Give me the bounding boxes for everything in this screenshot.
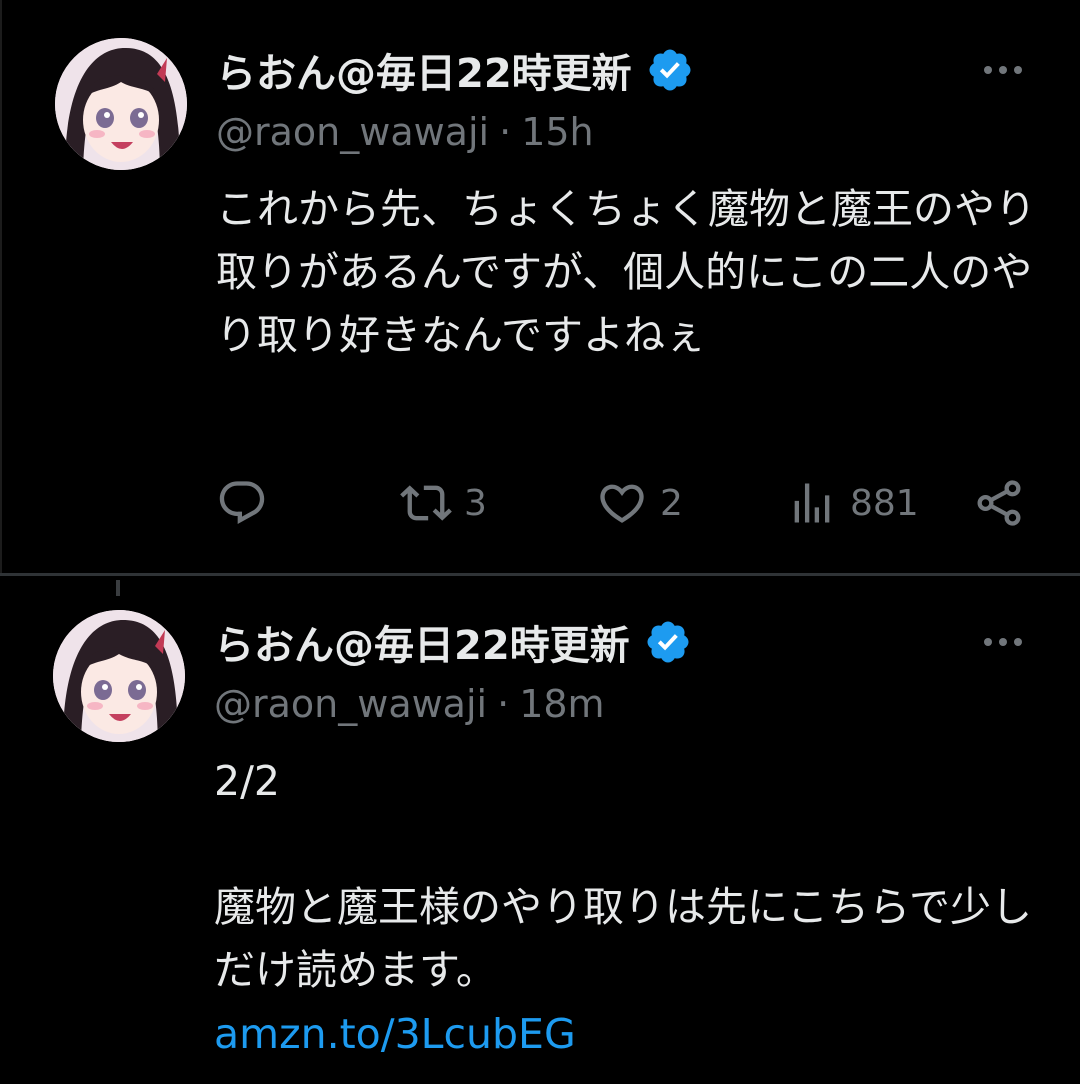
tweet-meta: @raon_wawaji · 18m <box>214 682 605 726</box>
tweet-meta: @raon_wawaji · 15h <box>216 110 594 154</box>
retweet-count: 3 <box>464 482 487 524</box>
display-name[interactable]: らおん@毎日22時更新 <box>214 613 630 671</box>
views-icon <box>794 483 830 523</box>
more-icon[interactable] <box>984 612 1022 672</box>
handle[interactable]: @raon_wawaji <box>214 682 487 726</box>
reply-button[interactable] <box>216 470 280 536</box>
display-name[interactable]: らおん@毎日22時更新 <box>216 41 632 99</box>
reply-icon <box>219 481 265 525</box>
timestamp[interactable]: 18m <box>519 682 604 726</box>
tweet-text: これから先、ちょくちょく魔物と魔王のやり取りがあるんですが、個人的にこの二人のや… <box>216 185 1036 359</box>
author-row[interactable]: らおん@毎日22時更新 <box>216 40 694 100</box>
share-button[interactable] <box>972 470 1026 536</box>
tweet-text: 2/2 魔物と魔王様のやり取りは先にこちらで少しだけ読めます。 <box>214 757 1032 994</box>
more-icon[interactable] <box>984 40 1022 100</box>
share-icon <box>977 480 1021 526</box>
verified-badge-icon <box>647 621 689 663</box>
retweet-button[interactable]: 3 <box>400 470 487 536</box>
retweet-icon <box>400 485 452 521</box>
avatar[interactable] <box>55 38 187 170</box>
handle[interactable]: @raon_wawaji <box>216 110 489 154</box>
like-icon <box>600 484 644 523</box>
like-count: 2 <box>660 482 683 524</box>
like-button[interactable]: 2 <box>596 470 683 536</box>
tweet-link[interactable]: amzn.to/3LcubEG <box>214 1010 576 1058</box>
meta-separator: · <box>499 110 512 154</box>
meta-separator: · <box>497 682 510 726</box>
action-bar: 3 2 881 <box>216 470 1026 536</box>
avatar-image <box>55 38 187 170</box>
timestamp[interactable]: 15h <box>521 110 593 154</box>
verified-badge-icon <box>649 49 691 91</box>
tweet-2[interactable]: らおん@毎日22時更新 @raon_wawaji · 18m 2/2 魔物と魔王様の… <box>0 576 1080 1084</box>
views-count: 881 <box>850 482 919 524</box>
author-row[interactable]: らおん@毎日22時更新 <box>214 612 692 672</box>
avatar[interactable] <box>53 610 185 742</box>
views-button[interactable]: 881 <box>786 470 919 536</box>
tweet-1[interactable]: らおん@毎日22時更新 @raon_wawaji · 15h これから先、ちょくちょ… <box>0 0 1080 573</box>
avatar-image <box>53 610 185 742</box>
